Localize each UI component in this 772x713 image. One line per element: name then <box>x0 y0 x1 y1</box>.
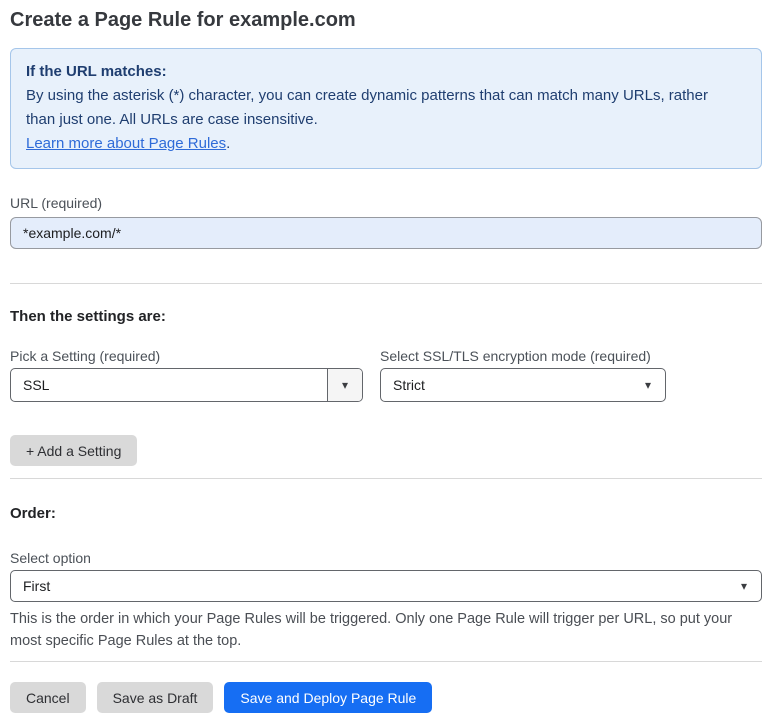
section-divider <box>10 661 762 662</box>
section-divider <box>10 283 762 284</box>
chevron-down-icon: ▾ <box>644 378 651 392</box>
info-box-link-line: Learn more about Page Rules. <box>26 132 746 156</box>
ssl-mode-label: Select SSL/TLS encryption mode (required… <box>380 348 651 364</box>
info-box-body: By using the asterisk (*) character, you… <box>26 87 708 128</box>
ssl-mode-selected-value: Strict <box>393 377 425 393</box>
learn-more-link[interactable]: Learn more about Page Rules <box>26 135 226 152</box>
order-selected-value: First <box>23 578 51 594</box>
settings-row: Pick a Setting (required) SSL ▾ Select S… <box>10 327 762 402</box>
order-arrow-wrap: ▾ <box>741 571 761 601</box>
ssl-mode-column: Select SSL/TLS encryption mode (required… <box>380 327 666 402</box>
url-input[interactable] <box>10 217 762 249</box>
section-divider <box>10 478 762 479</box>
info-box-heading: If the URL matches: <box>26 63 167 80</box>
footer-actions: Cancel Save as Draft Save and Deploy Pag… <box>10 682 762 713</box>
pick-setting-select[interactable]: SSL ▾ <box>10 368 363 402</box>
order-help-text: This is the order in which your Page Rul… <box>10 611 733 649</box>
settings-section-heading: Then the settings are: <box>10 308 166 325</box>
save-and-deploy-button[interactable]: Save and Deploy Page Rule <box>224 682 433 713</box>
pick-setting-label: Pick a Setting (required) <box>10 348 161 364</box>
chevron-down-icon: ▾ <box>740 579 747 593</box>
save-as-draft-button[interactable]: Save as Draft <box>96 682 214 713</box>
chevron-down-icon: ▾ <box>341 378 349 392</box>
url-match-info-box: If the URL matches: By using the asteris… <box>10 48 762 169</box>
ssl-mode-select[interactable]: Strict ▾ <box>380 368 666 402</box>
order-select-label: Select option <box>10 550 91 566</box>
pick-setting-column: Pick a Setting (required) SSL ▾ <box>10 327 363 402</box>
page-title: Create a Page Rule for example.com <box>10 9 356 31</box>
pick-setting-selected-value: SSL <box>23 377 50 393</box>
pick-setting-arrow-segment[interactable]: ▾ <box>327 369 362 401</box>
ssl-mode-arrow-wrap: ▾ <box>645 369 665 401</box>
order-section-heading: Order: <box>10 505 56 522</box>
link-suffix: . <box>226 135 231 152</box>
url-field-label: URL (required) <box>10 195 103 211</box>
cancel-button[interactable]: Cancel <box>10 682 86 713</box>
add-setting-button[interactable]: + Add a Setting <box>10 435 138 466</box>
order-select[interactable]: First ▾ <box>10 570 762 602</box>
page-rule-form: Create a Page Rule for example.com If th… <box>0 0 772 713</box>
